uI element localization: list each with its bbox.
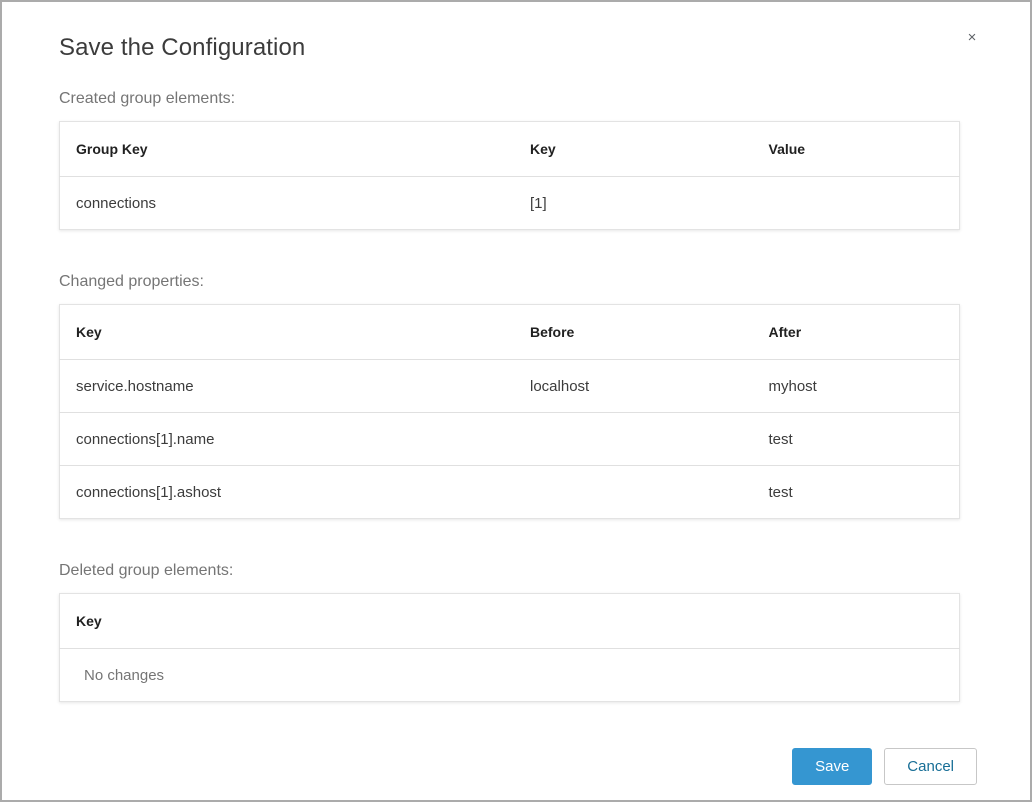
table-header-row: Key	[59, 593, 960, 649]
table-row: No changes	[60, 649, 960, 702]
column-header: Group Key	[59, 121, 514, 177]
table-header-row: Key Before After	[59, 304, 960, 360]
deleted-group-elements-table: Key No changes	[59, 593, 960, 702]
table-cell: localhost	[514, 359, 753, 413]
save-configuration-dialog: × Save the Configuration Created group e…	[0, 0, 1032, 802]
table-cell: myhost	[752, 359, 960, 413]
table-cell: test	[752, 412, 960, 466]
table-cell: connections	[76, 194, 157, 212]
table-cell: connections[1].name	[59, 412, 514, 466]
table-cell: test	[768, 483, 793, 501]
close-icon[interactable]: ×	[964, 30, 980, 46]
dialog-title: Save the Configuration	[59, 34, 306, 61]
created-group-elements-table: Group Key Key Value connections [1]	[59, 121, 960, 230]
deleted-group-elements-label: Deleted group elements:	[59, 562, 234, 579]
column-header: Before	[514, 304, 753, 360]
changed-properties-table: Key Before After service.hostname localhost m…	[59, 304, 960, 519]
table-row: connections[1].ashost test	[60, 466, 960, 519]
table-header-row: Group Key Key Value	[59, 121, 960, 177]
empty-row-text: No changes	[84, 666, 165, 684]
table-cell: service.hostname	[59, 359, 514, 413]
table-cell: [1]	[530, 194, 547, 212]
table-row: connections [1]	[60, 177, 960, 230]
cancel-button[interactable]: Cancel	[884, 748, 977, 785]
changed-properties-label: Changed properties:	[59, 273, 204, 290]
column-header: After	[752, 304, 960, 360]
column-header: Key	[514, 121, 753, 177]
table-cell: connections[1].ashost	[76, 483, 222, 501]
save-button[interactable]: Save	[792, 748, 873, 785]
column-header: Key	[59, 593, 960, 649]
table-cell	[514, 412, 753, 466]
table-cell	[514, 466, 753, 519]
table-cell	[753, 177, 960, 230]
column-header: Value	[752, 121, 960, 177]
column-header: Key	[59, 304, 514, 360]
table-row: connections[1].name test	[59, 412, 960, 466]
table-row: service.hostname localhost myhost	[59, 359, 960, 413]
created-group-elements-label: Created group elements:	[59, 90, 236, 107]
dialog-actions: Save Cancel	[59, 748, 977, 785]
